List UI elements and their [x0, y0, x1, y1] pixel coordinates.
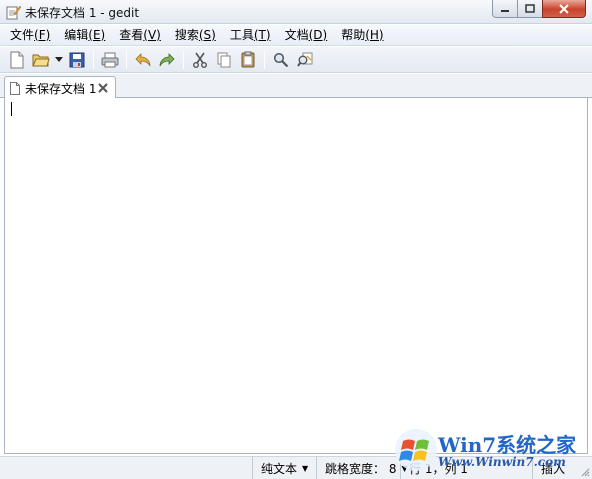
insert-mode: 插入 — [532, 457, 580, 479]
undo-icon — [135, 52, 151, 66]
toolbar — [0, 47, 592, 73]
new-document-button[interactable] — [5, 49, 29, 71]
menu-help-accel: (H) — [365, 27, 384, 42]
menu-edit-label: 编辑 — [64, 27, 89, 42]
window-title: 未保存文档 1 - gedit — [25, 6, 140, 20]
open-folder-icon — [32, 54, 50, 66]
toolbar-separator — [93, 50, 94, 69]
menu-search-label: 搜索 — [174, 27, 199, 42]
toolbar-separator — [264, 50, 265, 69]
resize-grip-icon[interactable] — [580, 467, 590, 477]
save-icon — [69, 52, 85, 67]
tab-label: 未保存文档 1 — [25, 81, 97, 96]
menu-edit-accel: (E) — [88, 27, 106, 42]
text-editor[interactable] — [4, 98, 588, 454]
menu-search[interactable]: 搜索(S) — [168, 25, 223, 46]
save-button[interactable] — [65, 49, 89, 71]
menu-file-label: 文件 — [10, 27, 35, 42]
menu-tools-accel: (T) — [253, 27, 271, 42]
find-button[interactable] — [269, 49, 293, 71]
chevron-down-icon: ▼ — [302, 463, 309, 473]
menu-documents-label: 文档 — [284, 27, 309, 42]
maximize-button[interactable] — [517, 0, 543, 18]
undo-button[interactable] — [131, 49, 155, 71]
print-button[interactable] — [98, 49, 122, 71]
paste-icon — [241, 51, 255, 68]
maximize-icon — [525, 4, 535, 13]
tab-width-selector[interactable]: 跳格宽度： 8 ▼ — [316, 457, 408, 479]
redo-icon — [159, 52, 175, 66]
menu-bar: 文件(F) 编辑(E) 查看(V) 搜索(S) 工具(T) 文档(D) 帮助(H… — [0, 25, 592, 46]
find-icon — [273, 52, 289, 67]
cut-button[interactable] — [188, 49, 212, 71]
toolbar-separator — [126, 50, 127, 69]
menu-help[interactable]: 帮助(H) — [334, 25, 390, 46]
find-replace-button[interactable] — [293, 49, 317, 71]
close-button[interactable] — [542, 0, 586, 18]
menu-documents-accel: (D) — [308, 27, 328, 42]
open-button[interactable] — [29, 49, 53, 71]
redo-button[interactable] — [155, 49, 179, 71]
gedit-edit-icon — [6, 5, 21, 20]
tab-document[interactable]: 未保存文档 1 — [4, 76, 116, 99]
tab-close-icon[interactable] — [97, 82, 109, 94]
close-icon — [559, 3, 569, 14]
copy-button[interactable] — [212, 49, 236, 71]
text-caret — [11, 102, 12, 116]
cursor-position: 行 1，列 1 — [400, 457, 532, 479]
toolbar-separator — [183, 50, 184, 69]
menu-file[interactable]: 文件(F) — [3, 25, 57, 46]
syntax-selector[interactable]: 纯文本 ▼ — [252, 457, 316, 479]
menu-view-accel: (V) — [143, 27, 161, 42]
document-icon — [10, 81, 20, 95]
status-bar: 纯文本 ▼ 跳格宽度： 8 ▼ 行 1，列 1 插入 — [0, 456, 592, 479]
minimize-icon — [501, 9, 509, 12]
menu-tools[interactable]: 工具(T) — [223, 25, 278, 46]
insert-mode-label: 插入 — [541, 461, 566, 476]
tab-strip: 未保存文档 1 — [0, 74, 592, 99]
cursor-position-label: 行 1，列 1 — [409, 461, 468, 476]
open-recent-dropdown-icon — [55, 57, 63, 62]
menu-search-accel: (S) — [198, 27, 216, 42]
copy-icon — [217, 52, 231, 67]
title-bar: 未保存文档 1 - gedit — [0, 0, 592, 24]
menu-help-label: 帮助 — [341, 27, 366, 42]
cut-icon — [193, 52, 207, 68]
tab-width-label: 跳格宽度： 8 — [325, 461, 397, 476]
menu-view-label: 查看 — [119, 27, 144, 42]
find-replace-icon — [297, 52, 313, 67]
menu-tools-label: 工具 — [229, 27, 254, 42]
print-icon — [101, 52, 119, 67]
menu-file-accel: (F) — [34, 27, 51, 42]
menu-edit[interactable]: 编辑(E) — [57, 25, 112, 46]
menu-documents[interactable]: 文档(D) — [278, 25, 335, 46]
minimize-button[interactable] — [492, 0, 518, 18]
syntax-label: 纯文本 — [261, 461, 298, 476]
menu-view[interactable]: 查看(V) — [112, 25, 168, 46]
open-recent-dropdown[interactable] — [53, 49, 65, 71]
new-document-icon — [10, 51, 24, 68]
paste-button[interactable] — [236, 49, 260, 71]
